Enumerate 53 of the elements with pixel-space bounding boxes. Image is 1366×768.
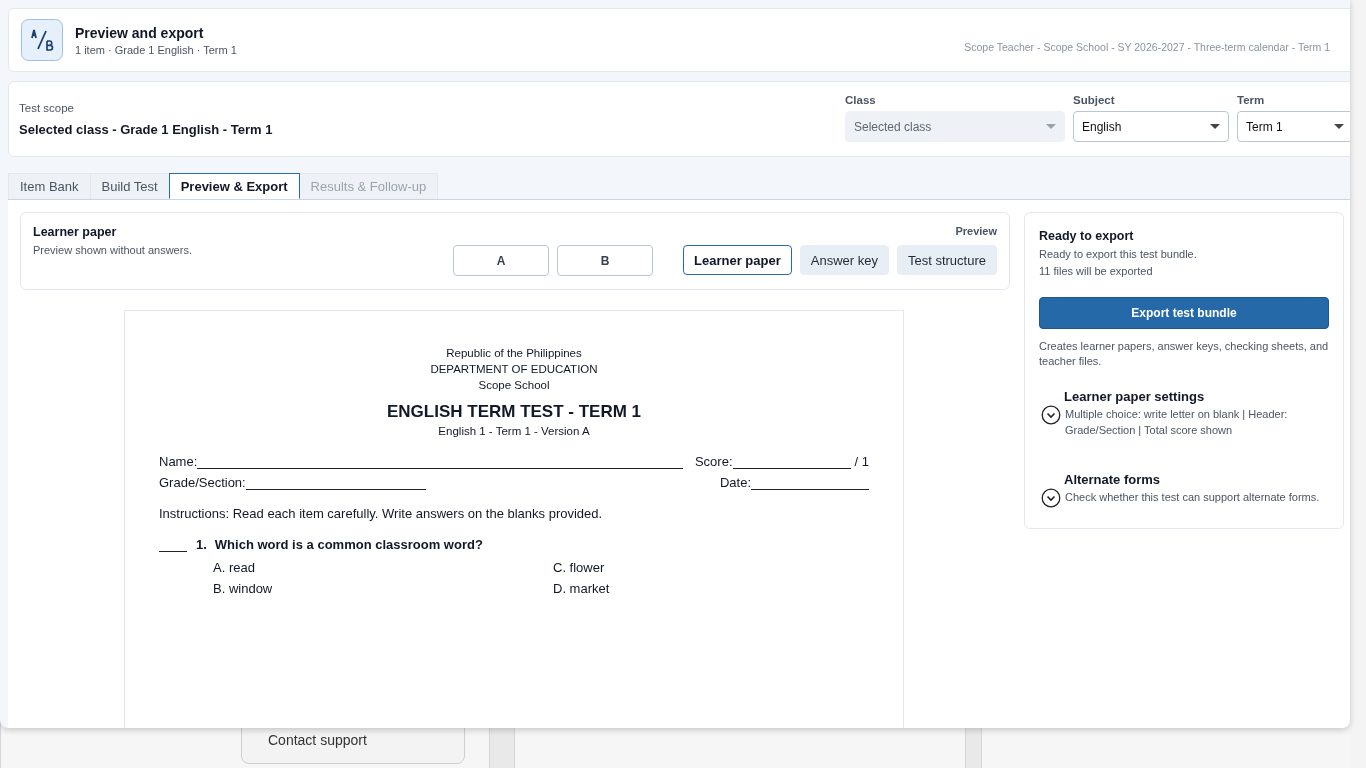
select-field[interactable]: Term 1 bbox=[1237, 111, 1350, 142]
export-note: Creates learner papers, answer keys, checking sheets, and teacher files. bbox=[1039, 339, 1329, 369]
dialog-subtitle: 1 item · Grade 1 English · Term 1 bbox=[75, 43, 237, 56]
tab[interactable]: Build Test bbox=[89, 173, 170, 199]
question-number: 1. bbox=[196, 537, 207, 552]
section-description: Multiple choice: write letter on blank | Header: Grade/Section | Total score shown bbox=[1065, 407, 1289, 438]
section-description: Check whether this test can support alternate forms. bbox=[1065, 490, 1320, 505]
preview-description: Preview shown without answers. bbox=[33, 244, 192, 256]
paper-header-line: DEPARTMENT OF EDUCATION bbox=[429, 362, 599, 377]
tab[interactable]: Item Bank bbox=[8, 173, 91, 199]
file-count: 11 files will be exported bbox=[1039, 265, 1154, 277]
version-button[interactable]: A bbox=[453, 245, 550, 276]
export-title: Ready to export bbox=[1039, 229, 1135, 243]
caret-icon bbox=[1046, 124, 1056, 129]
preview-title: Learner paper bbox=[33, 225, 118, 239]
answer-choice: D. market bbox=[553, 581, 611, 596]
field-label: Term bbox=[1237, 94, 1266, 106]
grade-section-label: Grade/Section: bbox=[159, 475, 246, 490]
dialog-title: Preview and export bbox=[75, 24, 205, 41]
answer-choice: C. flower bbox=[553, 560, 606, 575]
score-total: / 1 bbox=[854, 454, 869, 469]
instructions-text: Instructions: Read each item carefully. Write answers on the blanks provided. bbox=[159, 506, 604, 521]
date-label: Date: bbox=[719, 475, 751, 490]
scope-value: Selected class - Grade 1 English - Term 1 bbox=[19, 122, 274, 137]
field-label: Class bbox=[845, 94, 877, 106]
score-label: Score: bbox=[694, 454, 733, 469]
field-label: Subject bbox=[1073, 94, 1116, 106]
answer-choice: A. read bbox=[213, 560, 256, 575]
section-title: Alternate forms bbox=[1064, 472, 1162, 487]
view-button[interactable]: Learner paper bbox=[683, 245, 792, 275]
tab[interactable]: Preview & Export bbox=[168, 173, 300, 199]
expand-icon[interactable] bbox=[1041, 405, 1061, 425]
name-label: Name: bbox=[159, 454, 198, 469]
preview-label: Preview bbox=[955, 225, 997, 237]
caret-icon bbox=[1210, 124, 1220, 129]
paper-subtitle: English 1 - Term 1 - Version A bbox=[437, 425, 591, 437]
paper-title: ENGLISH TERM TEST - TERM 1 bbox=[385, 402, 643, 422]
section-title: Learner paper settings bbox=[1064, 389, 1206, 404]
export-status: Ready to export this test bundle. bbox=[1039, 248, 1198, 260]
expand-icon[interactable] bbox=[1041, 488, 1061, 508]
export-button[interactable]: Export test bundle bbox=[1039, 297, 1329, 329]
view-button[interactable]: Answer key bbox=[799, 245, 889, 275]
paper-header-line: Republic of the Philippines bbox=[445, 346, 583, 361]
question-text: Which word is a common classroom word? bbox=[214, 537, 483, 552]
view-button[interactable]: Test structure bbox=[896, 245, 997, 275]
answer-choice: B. window bbox=[213, 581, 274, 596]
version-button[interactable]: B bbox=[557, 245, 654, 276]
paper-header-line: Scope School bbox=[477, 378, 551, 393]
scope-label: Test scope bbox=[19, 102, 75, 114]
context-text: Scope Teacher - Scope School - SY 2026-2027 - Three-term calendar - Term 1 bbox=[964, 41, 1330, 53]
caret-icon bbox=[1334, 124, 1344, 129]
select-field[interactable]: English bbox=[1073, 111, 1229, 142]
ab-logo-icon bbox=[21, 19, 63, 61]
